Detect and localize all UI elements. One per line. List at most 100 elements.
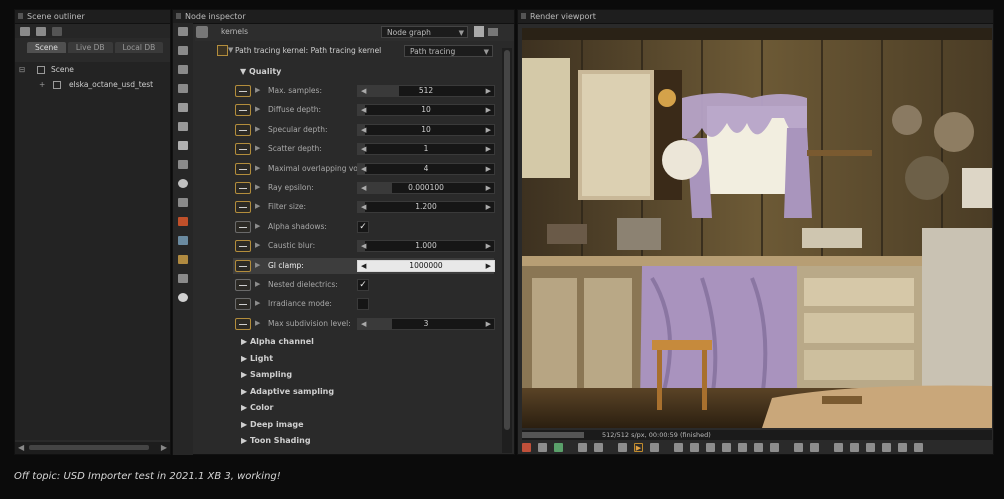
restart-icon[interactable] [594, 443, 603, 452]
image-node-icon[interactable] [178, 65, 188, 74]
tab-live-db[interactable]: Live DB [67, 42, 113, 53]
scroll-left-icon[interactable]: ◀ [18, 443, 24, 452]
param-link-icon[interactable] [235, 162, 251, 175]
param-link-icon[interactable] [235, 182, 251, 194]
param-value[interactable]: 10 [358, 125, 494, 135]
pause-icon[interactable] [618, 443, 627, 452]
camera-target-icon[interactable] [738, 443, 747, 452]
fit-icon[interactable] [810, 443, 819, 452]
param-link-icon[interactable] [235, 317, 251, 330]
display-icon[interactable] [650, 443, 659, 452]
inspector-vertical-scrollbar[interactable] [502, 48, 512, 453]
kernel-pin-icon[interactable] [217, 45, 228, 56]
render-image[interactable] [522, 28, 992, 428]
focus-picker-icon[interactable] [674, 443, 683, 452]
decal-icon[interactable] [898, 443, 907, 452]
expand-arrow-icon[interactable]: ▶ [255, 261, 260, 269]
panel-grip-icon[interactable] [521, 13, 526, 19]
stop-icon[interactable] [578, 443, 587, 452]
expand-arrow-icon[interactable]: ▶ [255, 319, 260, 327]
picture-node-icon[interactable] [178, 274, 188, 283]
param-slider[interactable]: ◀ 1.000 ▶ [357, 240, 495, 253]
lock-icon[interactable] [834, 443, 843, 452]
increment-icon[interactable]: ▶ [486, 86, 491, 96]
increment-icon[interactable]: ▶ [486, 105, 491, 115]
outliner-horizontal-scrollbar[interactable]: ◀ ▶ [15, 442, 170, 454]
expand-arrow-icon[interactable]: ▶ [255, 202, 260, 210]
zoom-icon[interactable] [794, 443, 803, 452]
param-row[interactable]: ▶ Alpha shadows: ✓ [233, 219, 494, 235]
param-link-icon[interactable] [235, 259, 251, 272]
section-header[interactable]: ▶ Sampling [241, 370, 292, 379]
transform-node-icon[interactable] [178, 236, 188, 245]
param-slider[interactable]: ◀ 1.200 ▶ [357, 201, 495, 214]
scroll-thumb[interactable] [29, 445, 149, 450]
kernels-node-icon[interactable] [196, 26, 208, 38]
material-node-icon[interactable] [178, 122, 188, 131]
node-graph-combo[interactable]: Node graph ▼ [381, 26, 468, 38]
node-graph-button[interactable] [474, 26, 484, 37]
param-slider[interactable]: ◀ 4 ▶ [357, 162, 495, 175]
render-region-icon[interactable] [754, 443, 763, 452]
param-row[interactable]: ▶ Nested dielectrics: ✓ [233, 277, 494, 293]
kernel-node-icon[interactable] [178, 46, 188, 55]
expand-arrow-icon[interactable]: ▶ [255, 86, 260, 94]
scroll-thumb[interactable] [504, 50, 510, 430]
play-icon[interactable]: ▶ [634, 443, 643, 452]
kernel-type-combo[interactable]: Path tracing ▼ [404, 45, 493, 57]
param-checkbox[interactable]: ✓ [357, 279, 369, 291]
param-link-icon[interactable] [235, 240, 251, 253]
increment-icon[interactable]: ▶ [486, 183, 491, 193]
expand-arrow-icon[interactable]: ▶ [255, 164, 260, 172]
param-row[interactable]: ▶ Diffuse depth: ◀ 10 ▶ [233, 102, 495, 118]
param-row[interactable]: ▶ Irradiance mode: [233, 296, 494, 312]
param-row[interactable]: ▶ GI clamp: ◀ 1000000 ▶ [233, 257, 495, 274]
section-header[interactable]: ▶ Color [241, 403, 274, 412]
increment-icon[interactable]: ▶ [486, 125, 491, 135]
param-row[interactable]: ▶ Max. samples: ◀ 512 ▶ [233, 83, 495, 99]
record-icon[interactable] [522, 443, 531, 452]
environment-node-icon[interactable] [178, 179, 188, 188]
panel-grip-icon[interactable] [18, 13, 23, 19]
expand-arrow-icon[interactable]: ▶ [255, 105, 260, 113]
param-slider[interactable]: ◀ 0.000100 ▶ [357, 182, 495, 194]
param-slider[interactable]: ◀ 3 ▶ [357, 317, 495, 330]
param-value[interactable]: 1.000 [358, 241, 494, 251]
param-value[interactable]: 4 [358, 164, 494, 174]
param-link-icon[interactable] [235, 123, 251, 136]
param-slider[interactable]: ◀ 10 ▶ [357, 104, 495, 117]
expand-arrow-icon[interactable]: ▶ [255, 241, 260, 249]
param-slider[interactable]: ◀ 1000000 ▶ [357, 259, 495, 272]
stack-icon[interactable] [36, 26, 46, 36]
layers-icon[interactable] [20, 26, 30, 36]
region-icon[interactable] [538, 443, 547, 452]
param-row[interactable]: ▶ Max subdivision level: ◀ 3 ▶ [233, 316, 495, 332]
section-header[interactable]: ▶ Deep image [241, 420, 304, 429]
section-header[interactable]: ▶ Toon Shading [241, 436, 311, 445]
section-header[interactable]: ▶ Light [241, 354, 273, 363]
refresh-icon[interactable] [52, 26, 62, 36]
panel-grip-icon[interactable] [176, 13, 181, 19]
white-balance-icon[interactable] [690, 443, 699, 452]
viewport-lock-icon[interactable] [850, 443, 859, 452]
param-link-icon[interactable] [235, 220, 251, 233]
color-picker-icon[interactable] [554, 443, 563, 452]
param-link-icon[interactable] [235, 104, 251, 117]
increment-icon[interactable]: ▶ [486, 261, 491, 271]
collapse-icon[interactable]: ⊟ [19, 64, 25, 76]
section-header[interactable]: ▶ Alpha channel [241, 337, 314, 346]
texture-node-icon[interactable] [178, 84, 188, 93]
film-region-icon[interactable] [770, 443, 779, 452]
param-link-icon[interactable] [235, 298, 251, 311]
emission-node-icon[interactable] [178, 217, 188, 226]
param-value[interactable]: 0.000100 [358, 183, 494, 193]
param-value[interactable]: 512 [358, 86, 494, 96]
object-picker-icon[interactable] [722, 443, 731, 452]
expand-arrow-icon[interactable]: ▶ [255, 299, 260, 307]
save-image-icon[interactable] [914, 443, 923, 452]
expand-arrow-icon[interactable]: ▶ [255, 222, 260, 230]
collapse-arrow-icon[interactable]: ▼ [228, 46, 233, 54]
param-link-icon[interactable] [235, 279, 251, 291]
param-row[interactable]: ▶ Maximal overlapping volumes: ◀ 4 ▶ [233, 161, 495, 177]
section-header[interactable]: ▶ Adaptive sampling [241, 387, 334, 396]
